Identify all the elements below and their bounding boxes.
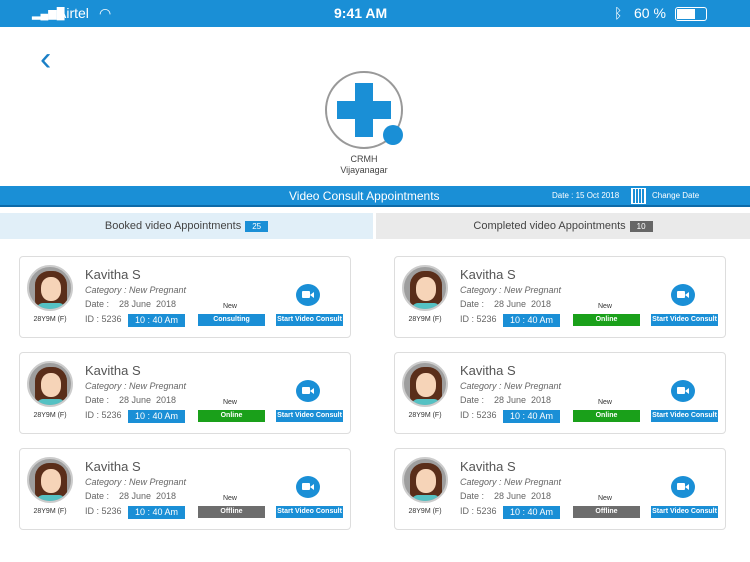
count-badge: 10 [629, 221, 653, 232]
patient-age: 28Y9M (F) [33, 508, 67, 515]
patient-category: Category : New Pregnant [85, 381, 187, 391]
time-badge: 10 : 40 Am [128, 506, 185, 519]
appointment-date: Date : 28 June 2018 [460, 395, 552, 405]
avatar [27, 361, 73, 407]
start-video-consult-button[interactable]: Start Video Consult [276, 506, 343, 518]
count-badge: 25 [245, 221, 269, 232]
page-title: Video Consult Appointments [289, 189, 440, 203]
time-badge: 10 : 40 Am [503, 506, 560, 519]
appointment-card[interactable]: 28Y9M (F) Kavitha S Category : New Pregn… [394, 352, 726, 434]
patient-age: 28Y9M (F) [408, 412, 442, 419]
new-tag: New [597, 399, 612, 406]
appointment-card[interactable]: 28Y9M (F) Kavitha S Category : New Pregn… [19, 256, 351, 338]
patient-category: Category : New Pregnant [85, 477, 187, 487]
avatar [27, 265, 73, 311]
avatar [402, 457, 448, 503]
carrier: Airtel [57, 5, 89, 21]
time-badge: 10 : 40 Am [128, 410, 185, 423]
new-tag: New [597, 495, 612, 502]
appointment-card[interactable]: 28Y9M (F) Kavitha S Category : New Pregn… [19, 352, 351, 434]
video-chat-icon[interactable] [296, 380, 320, 402]
patient-name: Kavitha S [85, 363, 141, 378]
patient-id: ID : 5236 [460, 410, 497, 420]
start-video-consult-button[interactable]: Start Video Consult [651, 506, 718, 518]
video-chat-icon[interactable] [671, 284, 695, 306]
start-video-consult-button[interactable]: Start Video Consult [651, 314, 718, 326]
calendar-icon[interactable] [631, 188, 646, 204]
patient-name: Kavitha S [85, 459, 141, 474]
patient-age: 28Y9M (F) [408, 508, 442, 515]
tab-label: Completed video Appointments [473, 220, 626, 232]
patient-id: ID : 5236 [85, 314, 122, 324]
appointment-date: Date : 28 June 2018 [85, 395, 177, 405]
appointment-date: Date : 28 June 2018 [85, 491, 177, 501]
time-badge: 10 : 40 Am [128, 314, 185, 327]
appointment-date: Date : 28 June 2018 [460, 491, 552, 501]
org-location: Vijayanagar [340, 165, 388, 175]
patient-age: 28Y9M (F) [408, 316, 442, 323]
patient-id: ID : 5236 [85, 410, 122, 420]
video-chat-icon[interactable] [296, 284, 320, 306]
appointment-date: Date : 28 June 2018 [460, 299, 552, 309]
header-bar: Video Consult Appointments Date : 15 Oct… [0, 186, 750, 207]
appointment-date: Date : 28 June 2018 [85, 299, 177, 309]
back-button[interactable]: ‹ [40, 40, 51, 79]
new-tag: New [222, 399, 237, 406]
battery-icon [675, 7, 707, 21]
time-badge: 10 : 40 Am [503, 410, 560, 423]
wifi-icon: ◠ [99, 5, 112, 21]
appointment-card[interactable]: 28Y9M (F) Kavitha S Category : New Pregn… [394, 256, 726, 338]
patient-category: Category : New Pregnant [460, 477, 562, 487]
status-badge: Online [573, 314, 640, 326]
new-tag: New [597, 303, 612, 310]
status-badge: Offline [198, 506, 265, 518]
avatar [402, 361, 448, 407]
video-chat-icon[interactable] [671, 380, 695, 402]
current-date: Date : 15 Oct 2018 [552, 191, 620, 200]
new-tag: New [222, 303, 237, 310]
tab-completed[interactable]: Completed video Appointments 10 [376, 213, 750, 239]
status-badge: Offline [573, 506, 640, 518]
appointment-card[interactable]: 28Y9M (F) Kavitha S Category : New Pregn… [394, 448, 726, 530]
status-badge: Online [573, 410, 640, 422]
new-tag: New [222, 495, 237, 502]
status-bar: ▂▄▆█ Airtel ◠ 9:41 AM ᛒ 60 % [0, 0, 750, 27]
patient-name: Kavitha S [85, 267, 141, 282]
tab-booked[interactable]: Booked video Appointments 25 [0, 213, 373, 239]
start-video-consult-button[interactable]: Start Video Consult [651, 410, 718, 422]
video-chat-icon[interactable] [296, 476, 320, 498]
avatar [27, 457, 73, 503]
patient-age: 28Y9M (F) [33, 412, 67, 419]
start-video-consult-button[interactable]: Start Video Consult [276, 410, 343, 422]
patient-name: Kavitha S [460, 459, 516, 474]
appointment-card[interactable]: 28Y9M (F) Kavitha S Category : New Pregn… [19, 448, 351, 530]
avatar [402, 265, 448, 311]
org-label: CRMH Vijayanagar [300, 154, 428, 176]
change-date-button[interactable]: Change Date [652, 191, 699, 200]
patient-name: Kavitha S [460, 267, 516, 282]
patient-category: Category : New Pregnant [85, 285, 187, 295]
status-badge: Consulting [198, 314, 265, 326]
status-badge: Online [198, 410, 265, 422]
patient-name: Kavitha S [460, 363, 516, 378]
hospital-logo [325, 71, 403, 149]
patient-category: Category : New Pregnant [460, 285, 562, 295]
patient-id: ID : 5236 [460, 314, 497, 324]
video-chat-icon[interactable] [671, 476, 695, 498]
patient-id: ID : 5236 [460, 506, 497, 516]
time-badge: 10 : 40 Am [503, 314, 560, 327]
org-name: CRMH [350, 154, 378, 164]
tab-label: Booked video Appointments [104, 220, 242, 232]
patient-category: Category : New Pregnant [460, 381, 562, 391]
battery-percent: 60 % [634, 5, 666, 21]
clock: 9:41 AM [334, 5, 388, 21]
patient-age: 28Y9M (F) [33, 316, 67, 323]
start-video-consult-button[interactable]: Start Video Consult [276, 314, 343, 326]
patient-id: ID : 5236 [85, 506, 122, 516]
bluetooth-icon: ᛒ [614, 5, 623, 21]
